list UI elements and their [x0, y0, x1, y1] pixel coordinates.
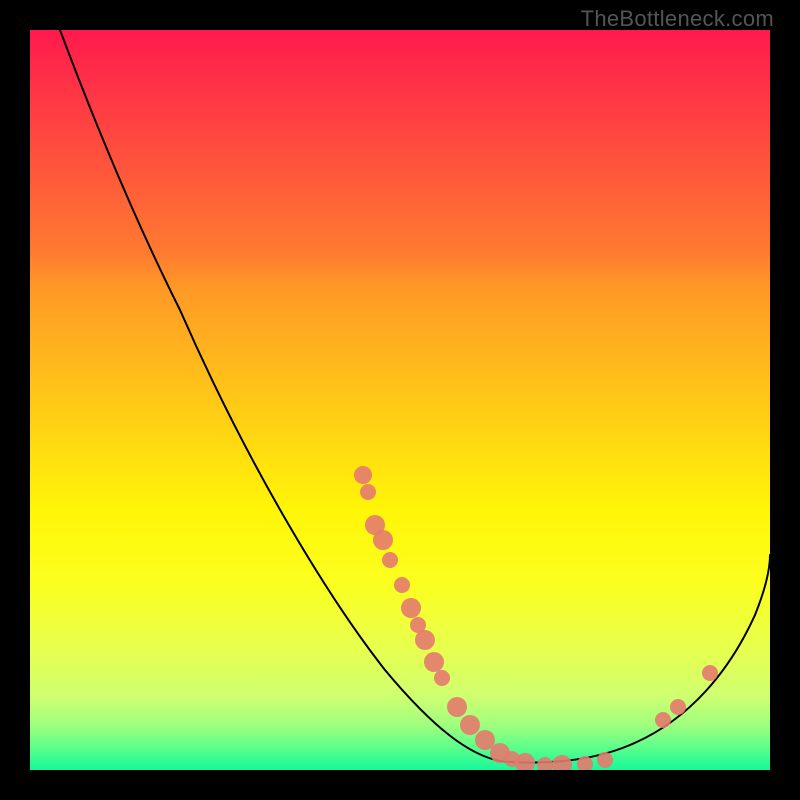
data-marker [373, 530, 393, 550]
attribution-text: TheBottleneck.com [581, 6, 774, 32]
data-marker [434, 670, 450, 686]
data-marker [552, 755, 572, 770]
data-marker [670, 699, 686, 715]
plot-area [30, 30, 770, 770]
data-marker [424, 652, 444, 672]
data-marker [382, 552, 398, 568]
data-marker [702, 665, 718, 681]
chart-svg [30, 30, 770, 770]
data-marker [597, 752, 613, 768]
data-marker [360, 484, 376, 500]
data-marker [415, 630, 435, 650]
chart-frame: TheBottleneck.com [0, 0, 800, 800]
data-marker [394, 577, 410, 593]
data-marker [401, 598, 421, 618]
data-markers [354, 466, 718, 770]
data-marker [354, 466, 372, 484]
data-marker [537, 757, 553, 770]
data-marker [460, 715, 480, 735]
data-marker [447, 697, 467, 717]
data-marker [655, 712, 671, 728]
bottleneck-curve [60, 30, 770, 763]
